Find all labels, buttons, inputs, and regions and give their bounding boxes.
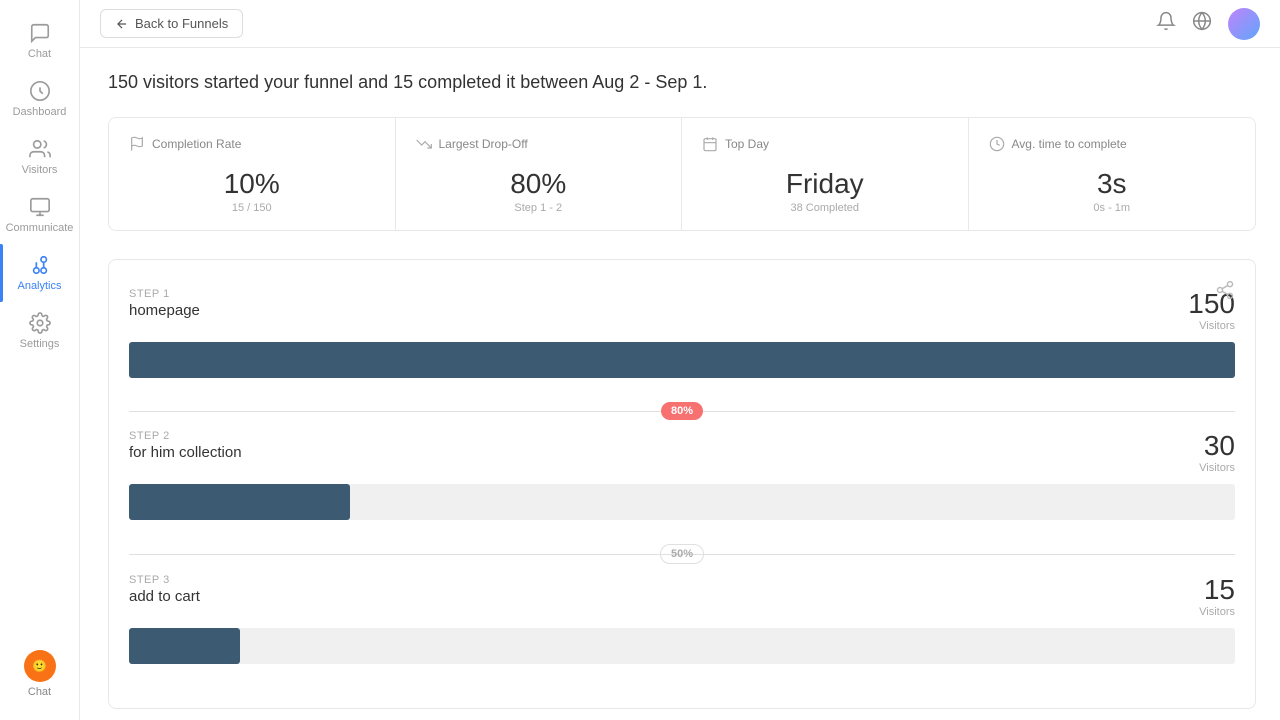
stat-label-topday: Top Day [702,136,948,152]
drop-indicator-2: 50% [129,544,1235,564]
funnel-step-2: Step 2 for him collection 30 Visitors [129,430,1235,520]
dashboard-icon [29,80,51,102]
stat-sub-topday: 38 Completed [702,202,948,214]
drop-indicator-1: 80% [129,402,1235,420]
step-1-info: Step 1 homepage [129,288,200,319]
step-3-name: add to cart [129,588,200,605]
sidebar-item-chat[interactable]: Chat [0,12,79,70]
step-1-bar-container [129,342,1235,378]
stat-label-text-dropoff: Largest Drop-Off [439,137,528,151]
funnel-step-1: Step 1 homepage 150 Visitors [129,288,1235,378]
chat-icon [29,22,51,44]
stat-sub-dropoff: Step 1 - 2 [416,202,662,214]
stats-row: Completion Rate 10% 15 / 150 Largest Dro… [108,117,1256,231]
step-3-info: Step 3 add to cart [129,574,200,605]
sidebar-item-analytics[interactable]: Analytics [0,244,79,302]
stat-value-dropoff: 80% [416,168,662,200]
globe-icon[interactable] [1192,11,1212,36]
sidebar-bottom: 🙂 Chat [24,650,56,708]
step-3-header: Step 3 add to cart 15 Visitors [129,574,1235,618]
header-right [1156,8,1260,40]
sidebar: Chat Dashboard Visitors Communicate Anal… [0,0,80,720]
sidebar-label-chat: Chat [28,48,51,60]
user-avatar[interactable] [1228,8,1260,40]
arrow-left-icon [115,17,129,31]
stat-label-completion: Completion Rate [129,136,375,152]
step-2-bar [129,484,350,520]
step-2-visitors: 30 Visitors [1199,430,1235,474]
step-3-visitors-num: 15 [1199,574,1235,606]
sidebar-item-settings[interactable]: Settings [0,302,79,360]
settings-icon [29,312,51,334]
step-1-visitors-label: Visitors [1188,320,1235,332]
sidebar-label-dashboard: Dashboard [13,106,67,118]
funnel-headline: 150 visitors started your funnel and 15 … [108,72,1256,93]
stat-completion-rate: Completion Rate 10% 15 / 150 [109,118,396,230]
analytics-icon [29,254,51,276]
sidebar-label-visitors: Visitors [22,164,58,176]
stat-value-topday: Friday [702,168,948,200]
step-3-visitors: 15 Visitors [1199,574,1235,618]
stat-value-completion: 10% [129,168,375,200]
stat-top-day: Top Day Friday 38 Completed [682,118,969,230]
main-content: Back to Funnels 150 visitors started you… [80,0,1280,720]
visitors-icon [29,138,51,160]
active-bar [0,244,3,302]
drop-badge-2: 50% [660,544,704,564]
completion-icon [129,136,145,152]
back-to-funnels-button[interactable]: Back to Funnels [100,9,243,38]
step-1-bar [129,342,1235,378]
sidebar-label-settings: Settings [20,338,60,350]
notifications-icon[interactable] [1156,11,1176,36]
communicate-icon [29,196,51,218]
step-1-name: homepage [129,302,200,319]
step-2-visitors-label: Visitors [1199,462,1235,474]
stat-sub-completion: 15 / 150 [129,202,375,214]
calendar-icon [702,136,718,152]
back-button-label: Back to Funnels [135,16,228,31]
sidebar-item-visitors[interactable]: Visitors [0,128,79,186]
step-1-header: Step 1 homepage 150 Visitors [129,288,1235,332]
step-2-bar-container [129,484,1235,520]
funnel-share-icon[interactable] [1215,280,1235,305]
step-2-header: Step 2 for him collection 30 Visitors [129,430,1235,474]
funnel-section: Step 1 homepage 150 Visitors 80% [108,259,1256,709]
step-2-info: Step 2 for him collection [129,430,242,461]
step-2-label: Step 2 [129,430,242,442]
dropoff-icon [416,136,432,152]
stat-label-avgtime: Avg. time to complete [989,136,1236,152]
sidebar-item-communicate[interactable]: Communicate [0,186,79,244]
funnel-step-3: Step 3 add to cart 15 Visitors [129,574,1235,664]
stat-value-avgtime: 3s [989,168,1236,200]
drop-badge-1: 80% [661,402,703,420]
step-3-visitors-label: Visitors [1199,606,1235,618]
step-2-visitors-num: 30 [1199,430,1235,462]
step-1-label: Step 1 [129,288,200,300]
stat-avg-time: Avg. time to complete 3s 0s - 1m [969,118,1256,230]
stat-sub-avgtime: 0s - 1m [989,202,1236,214]
stat-label-text-avgtime: Avg. time to complete [1012,137,1127,151]
sidebar-item-dashboard[interactable]: Dashboard [0,70,79,128]
sidebar-chat-label: Chat [28,686,51,698]
page-content: 150 visitors started your funnel and 15 … [80,48,1280,720]
sidebar-label-communicate: Communicate [6,222,74,234]
stat-label-text-completion: Completion Rate [152,137,241,151]
clock-icon [989,136,1005,152]
step-3-bar-container [129,628,1235,664]
step-3-label: Step 3 [129,574,200,586]
sidebar-label-analytics: Analytics [17,280,61,292]
step-3-bar [129,628,240,664]
stat-label-text-topday: Top Day [725,137,769,151]
stat-label-dropoff: Largest Drop-Off [416,136,662,152]
page-header: Back to Funnels [80,0,1280,48]
step-2-name: for him collection [129,444,242,461]
user-avatar-small: 🙂 [24,650,56,682]
stat-largest-dropoff: Largest Drop-Off 80% Step 1 - 2 [396,118,683,230]
